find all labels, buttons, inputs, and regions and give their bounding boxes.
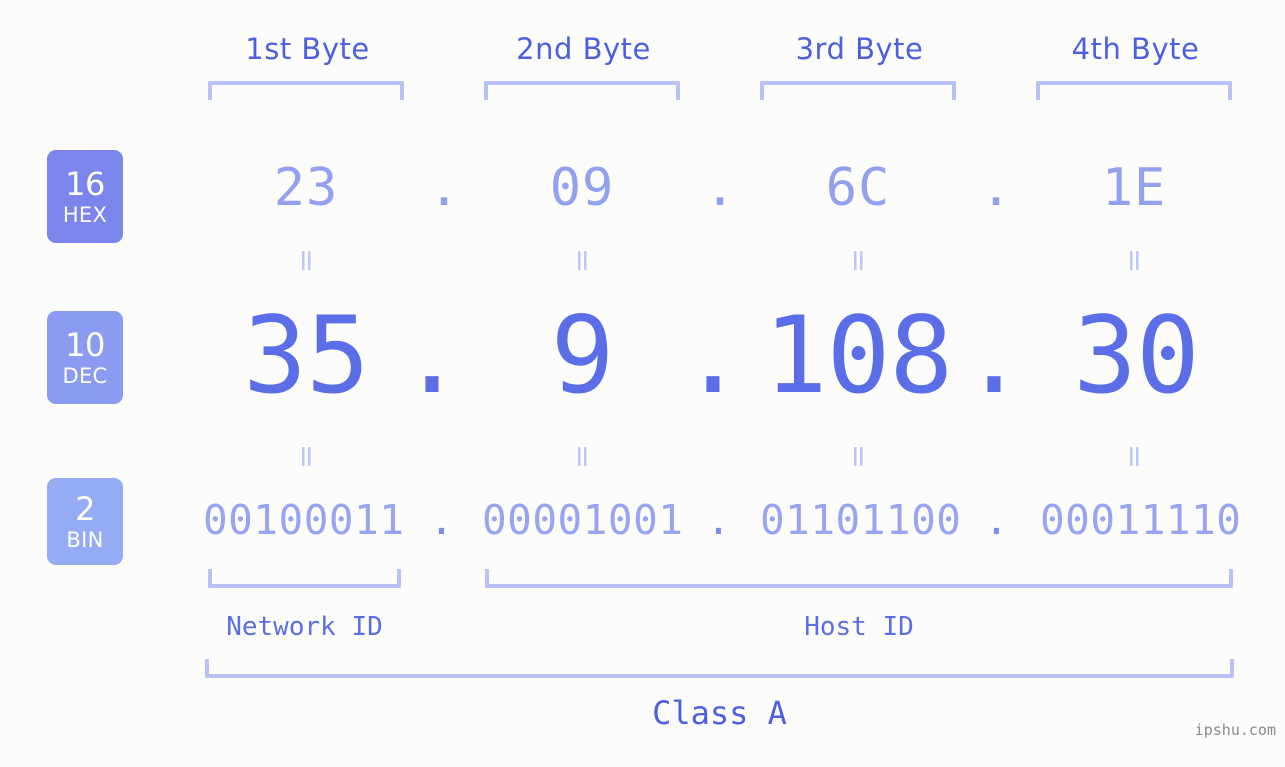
equals-sign-6: = — [565, 444, 600, 470]
byte-bracket-2 — [484, 81, 680, 100]
hex-byte-1: 23 — [273, 158, 339, 218]
equals-row-hex-dec: = = = = — [0, 242, 1285, 276]
hex-separator-2: . — [704, 158, 736, 218]
byte-bracket-4 — [1036, 81, 1232, 100]
equals-sign-4: = — [1117, 248, 1152, 274]
byte-label-1: 1st Byte — [245, 32, 370, 66]
binary-value-row: 00100011 . 00001001 . 01101100 . 0001111… — [0, 492, 1285, 548]
hex-separator-1: . — [428, 158, 460, 218]
bin-separator-1: . — [429, 496, 454, 544]
hex-byte-2: 09 — [549, 158, 615, 218]
equals-sign-7: = — [841, 444, 876, 470]
byte-label-4: 4th Byte — [1071, 32, 1200, 66]
bin-byte-4: 00011110 — [1040, 496, 1242, 544]
bin-byte-2: 00001001 — [482, 496, 684, 544]
network-id-bracket — [208, 569, 401, 588]
network-id-label: Network ID — [226, 612, 383, 642]
host-id-label: Host ID — [804, 612, 914, 642]
hex-byte-3: 6C — [825, 158, 891, 218]
equals-sign-1: = — [289, 248, 324, 274]
equals-sign-8: = — [1117, 444, 1152, 470]
equals-sign-5: = — [289, 444, 324, 470]
equals-sign-2: = — [565, 248, 600, 274]
hex-value-row: 23 . 09 . 6C . 1E — [0, 148, 1285, 228]
watermark: ipshu.com — [1194, 721, 1276, 739]
class-label: Class A — [652, 694, 787, 732]
hex-byte-4: 1E — [1101, 158, 1167, 218]
dec-separator-3: . — [962, 294, 1026, 417]
class-bracket — [205, 659, 1234, 678]
ip-address-diagram: 1st Byte 2nd Byte 3rd Byte 4th Byte 16 H… — [0, 0, 1285, 767]
bin-separator-3: . — [984, 496, 1009, 544]
byte-label-2: 2nd Byte — [516, 32, 651, 66]
byte-bracket-1 — [208, 81, 404, 100]
bin-byte-3: 01101100 — [760, 496, 962, 544]
bin-byte-1: 00100011 — [203, 496, 405, 544]
hex-separator-3: . — [980, 158, 1012, 218]
byte-bracket-3 — [760, 81, 956, 100]
equals-sign-3: = — [841, 248, 876, 274]
host-id-bracket — [485, 569, 1233, 588]
dec-byte-3: 108 — [763, 294, 953, 417]
equals-row-dec-bin: = = = = — [0, 438, 1285, 472]
decimal-value-row: 35 . 9 . 108 . 30 — [0, 296, 1285, 416]
dec-separator-1: . — [400, 294, 464, 417]
byte-label-3: 3rd Byte — [795, 32, 924, 66]
dec-byte-2: 9 — [550, 294, 615, 417]
dec-byte-1: 35 — [243, 294, 370, 417]
dec-byte-4: 30 — [1073, 294, 1200, 417]
bin-separator-2: . — [706, 496, 731, 544]
dec-separator-2: . — [681, 294, 745, 417]
